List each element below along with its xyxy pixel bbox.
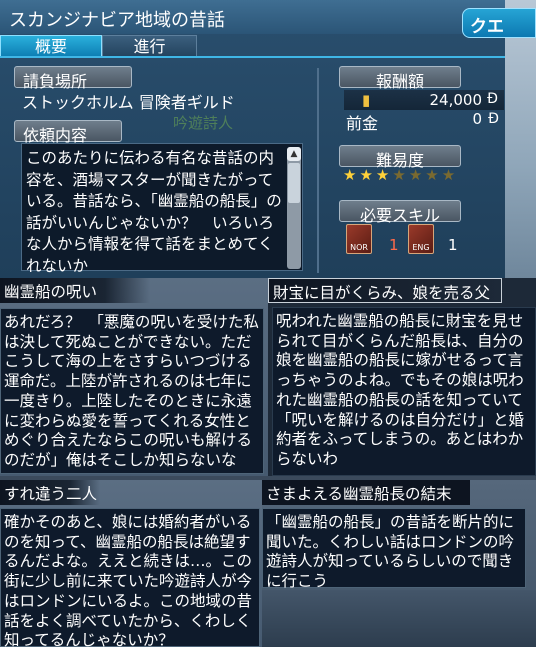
reward-value: 24,000 [429,91,483,109]
panel-text: 呪われた幽霊船の船長に財宝を見せられて目がくらんだ船長は、自分の娘を幽霊船の船長… [276,312,525,468]
client-location-label: 請負場所 [14,66,132,91]
skill-nor-level: 1 [389,236,399,254]
skill-eng-level: 1 [448,236,458,254]
advance-label: 前金 [346,114,379,133]
request-content-label: 依頼内容 [14,120,122,145]
star-filled-icon: ★ [343,166,360,184]
panel-text: あれだろ？ 「悪魔の呪いを受けた私は決して死ぬことができない。ただこうして海の上… [4,313,259,469]
scroll-up-arrow-icon[interactable]: ▲ [287,147,301,161]
star-empty-icon: ★ [392,166,409,184]
panel-body: あれだろ？ 「悪魔の呪いを受けた私は決して死ぬことができない。ただこうして海の上… [0,308,264,474]
skill-book-nor-icon[interactable]: NOR [346,224,372,254]
difficulty-stars: ★★★★★★★ [343,166,458,184]
column-divider [317,68,319,273]
title-bar: スカンジナビア地域の昔話 [0,0,505,34]
difficulty-label: 難易度 [339,145,461,170]
star-empty-icon: ★ [408,166,426,184]
reward-label: 報酬額 [339,66,461,91]
quest-window: スカンジナビア地域の昔話 クエ 概要 進行 請負場所 ストックホルム 冒険者ギル… [0,0,536,278]
tab-overview[interactable]: 概要 [0,35,102,57]
panel-text: 確かそのあと、娘には婚約者がいるのを知って、幽霊船の船長は絶望するんだよな。ええ… [4,513,253,647]
advance-value: 0 [472,110,482,128]
panel-title: 財宝に目がくらみ、娘を売る父 [268,278,502,303]
panel-title: すれ違う二人 [0,480,100,505]
description-box: このあたりに伝わる有名な昔話の内容を、酒場マスターが聞きたがっている。昔話なら、… [21,143,303,275]
star-filled-icon: ★ [359,166,376,184]
client-location: ストックホルム 冒険者ギルド [22,93,235,112]
tab-underline [0,56,505,58]
window-title: スカンジナビア地域の昔話 [9,10,225,31]
dialogue-panel-end: さまよえる幽霊船長の結末 「幽霊船の船長」の昔話を断片的に聞いた。くわしい話はロ… [262,480,536,647]
star-empty-icon: ★ [441,166,459,184]
reward-row: ▮ 24,000 Đ [344,90,504,110]
description-text: このあたりに伝わる有名な昔話の内容を、酒場マスターが聞きたがっている。昔話なら、… [26,149,282,275]
star-empty-icon: ★ [425,166,442,184]
skill-book-eng-icon[interactable]: ENG [408,224,434,254]
scroll-thumb[interactable] [288,163,300,203]
npc-name: 吟遊詩人 [173,114,234,132]
currency-symbol: Đ [488,111,499,127]
panel-title: 幽霊船の呪い [0,278,150,303]
dialogue-panel-passing: すれ違う二人 確かそのあと、娘には婚約者がいるのを知って、幽霊船の船長は絶望する… [0,480,262,647]
dialogue-panel-curse: 幽霊船の呪い あれだろ？ 「悪魔の呪いを受けた私は決して死ぬことができない。ただ… [0,278,268,476]
panel-text: 「幽霊船の船長」の昔話を断片的に聞いた。くわしい話はロンドンの吟遊詩人が知ってい… [266,513,515,591]
panel-body: 呪われた幽霊船の船長に財宝を見せられて目がくらんだ船長は、自分の娘を幽霊船の船長… [272,307,536,476]
panel-body: 「幽霊船の船長」の昔話を断片的に聞いた。くわしい話はロンドンの吟遊詩人が知ってい… [262,508,526,590]
background-scenery [262,590,536,647]
quest-side-tab[interactable]: クエ [462,8,536,38]
currency-symbol: Đ [487,91,498,107]
dialogue-panel-sold: 財宝に目がくらみ、娘を売る父 呪われた幽霊船の船長に財宝を見せられて目がくらんだ… [268,278,536,476]
background-scenery [505,0,536,278]
description-scrollbar[interactable]: ▲ [287,147,301,269]
skills-label: 必要スキル [339,200,461,225]
star-filled-icon: ★ [375,166,393,184]
panel-title: さまよえる幽霊船長の結末 [262,480,470,505]
panel-body: 確かそのあと、娘には婚約者がいるのを知って、幽霊船の船長は絶望するんだよな。ええ… [0,508,260,647]
tab-progress[interactable]: 進行 [102,35,197,57]
coin-icon: ▮ [362,91,371,109]
